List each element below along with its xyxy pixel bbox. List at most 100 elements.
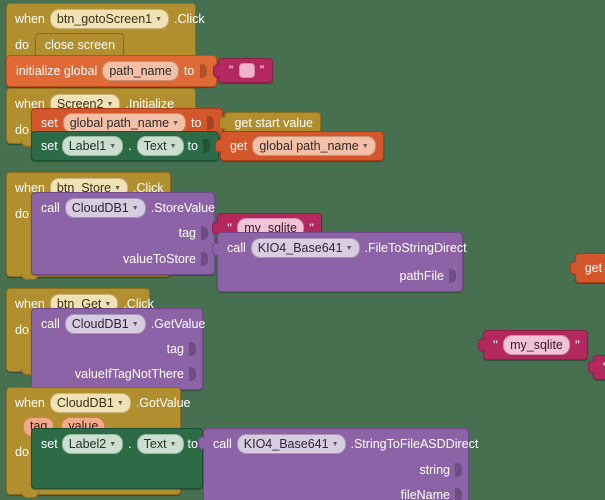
arg-row-pathfile: pathFile xyxy=(227,267,456,285)
component-dropdown-clouddb1[interactable]: CloudDB1 ▼ xyxy=(49,393,131,413)
arg-label-filename: fileName xyxy=(400,487,450,500)
method-name: .FileToStringDirect xyxy=(364,240,467,255)
value-socket xyxy=(200,63,208,78)
global-init-body[interactable]: initialize global path_name to xyxy=(6,55,218,87)
chevron-down-icon[interactable]: ▼ xyxy=(170,143,177,151)
do-keyword: do xyxy=(15,206,29,221)
arg-row-valueiftagnotthere: valueIfTagNotThere xyxy=(41,365,196,383)
do-keyword: do xyxy=(15,322,29,337)
chevron-down-icon[interactable]: ▼ xyxy=(346,245,353,253)
value-socket xyxy=(201,225,208,240)
component-dropdown-kio4-base641[interactable]: KIO4_Base641 ▼ xyxy=(250,238,360,258)
text-block-my-sqlite-get[interactable]: " my_sqlite " xyxy=(477,330,589,361)
set-component-body: set Label2 ▼ . Text ▼ to xyxy=(32,429,202,459)
text-input-my-sqlite[interactable]: my_sqlite xyxy=(503,335,570,356)
call-block-kio4-stringtofileasddirect[interactable]: call KIO4_Base641 ▼ .StringToFileASDDire… xyxy=(198,428,478,500)
blocks-workspace[interactable]: when btn_gotoScreen1 ▼ .Click do close s… xyxy=(0,0,605,500)
chevron-down-icon[interactable]: ▼ xyxy=(109,143,116,151)
chevron-down-icon[interactable]: ▼ xyxy=(170,441,177,449)
initialize-global-label: initialize global xyxy=(16,63,98,78)
chevron-down-icon[interactable]: ▼ xyxy=(109,441,116,449)
set-component-body[interactable]: set Label1 ▼ . Text ▼ to xyxy=(31,131,219,161)
value-socket xyxy=(455,462,462,477)
arg-label-pathfile: pathFile xyxy=(399,268,444,283)
text-block-empty-global[interactable]: " " xyxy=(213,58,273,84)
call-block-clouddb1-getvalue[interactable]: call CloudDB1 ▼ .GetValue tag valueIfTag… xyxy=(31,308,205,390)
value-plug xyxy=(587,360,595,374)
to-keyword: to xyxy=(191,115,202,130)
component-dropdown-btn-gotoscreen1[interactable]: btn_gotoScreen1 ▼ xyxy=(49,9,170,29)
dot-separator: . xyxy=(128,436,132,451)
call-keyword: call xyxy=(41,200,60,215)
chevron-down-icon[interactable]: ▼ xyxy=(132,321,139,329)
global-target-dropdown[interactable]: global path_name ▼ xyxy=(62,113,187,133)
statement-close-screen[interactable]: close screen xyxy=(34,32,125,58)
method-name: .GetValue xyxy=(150,316,206,331)
call-body: call CloudDB1 ▼ .StoreValue tag valueToS… xyxy=(32,193,215,274)
chevron-down-icon[interactable]: ▼ xyxy=(117,400,124,408)
variable-dropdown-global-path-name[interactable]: global path_name ▼ xyxy=(252,136,376,156)
component-dropdown-clouddb1[interactable]: CloudDB1 ▼ xyxy=(64,314,146,334)
get-keyword: get xyxy=(584,260,603,275)
method-name: .StringToFileASDDirect xyxy=(350,436,479,451)
call-header: call KIO4_Base641 ▼ .FileToStringDirect xyxy=(227,238,467,260)
statement-set-label2-text[interactable]: set Label2 ▼ . Text ▼ to xyxy=(31,428,203,489)
do-statement-stack: close screen xyxy=(34,32,125,58)
component-dropdown-label1[interactable]: Label1 ▼ xyxy=(61,136,124,156)
value-plug xyxy=(212,242,219,256)
chevron-down-icon[interactable]: ▼ xyxy=(362,143,369,151)
dot-separator: . xyxy=(128,138,132,153)
quote-mark-icon: " xyxy=(259,64,265,77)
do-keyword: do xyxy=(15,444,29,459)
set-keyword: set xyxy=(41,436,58,451)
to-keyword: to xyxy=(187,436,198,451)
chevron-down-icon[interactable]: ▼ xyxy=(332,441,339,449)
set-keyword: set xyxy=(41,138,58,153)
chevron-down-icon[interactable]: ▼ xyxy=(172,120,179,128)
event-name: .GotValue xyxy=(135,395,191,410)
value-plug xyxy=(219,116,227,130)
call-block-clouddb1-storevalue[interactable]: call CloudDB1 ▼ .StoreValue tag valueToS… xyxy=(31,192,215,275)
arg-label-tag: tag xyxy=(166,341,184,356)
component-dropdown-clouddb1[interactable]: CloudDB1 ▼ xyxy=(64,198,146,218)
call-body: call CloudDB1 ▼ .GetValue tag valueIfTag… xyxy=(32,309,205,389)
component-dropdown-kio4-base641[interactable]: KIO4_Base641 ▼ xyxy=(236,434,346,454)
call-block-kio4-filetostringdirect[interactable]: call KIO4_Base641 ▼ .FileToStringDirect … xyxy=(212,232,467,292)
arg-row-string: string xyxy=(213,461,462,479)
global-init-block-path-name[interactable]: initialize global path_name to " " xyxy=(6,55,273,87)
when-keyword: when xyxy=(15,11,45,26)
call-header: call CloudDB1 ▼ .StoreValue xyxy=(41,198,215,220)
value-plug xyxy=(213,64,221,78)
arg-label-valueiftagnotthere: valueIfTagNotThere xyxy=(74,366,184,381)
getter-block-global-path-name-pathfile[interactable]: get global path_name ▼ xyxy=(569,253,605,283)
value-socket xyxy=(201,251,208,266)
quote-mark-icon: " xyxy=(228,64,234,77)
call-keyword: call xyxy=(227,240,246,255)
call-body: call KIO4_Base641 ▼ .FileToStringDirect … xyxy=(218,233,467,291)
chevron-down-icon[interactable]: ▼ xyxy=(155,16,162,24)
value-plug xyxy=(198,436,205,450)
value-plug xyxy=(477,338,485,352)
value-plug xyxy=(214,139,222,153)
property-dropdown-text[interactable]: Text ▼ xyxy=(136,434,184,454)
arg-row-tag: tag xyxy=(41,224,208,242)
value-socket xyxy=(189,341,196,356)
statement-set-label1-text[interactable]: set Label1 ▼ . Text ▼ to get global path… xyxy=(31,131,384,161)
method-name: .StoreValue xyxy=(150,200,216,215)
value-socket xyxy=(207,115,215,130)
component-dropdown-label2[interactable]: Label2 ▼ xyxy=(61,434,124,454)
property-dropdown-text[interactable]: Text ▼ xyxy=(136,136,184,156)
text-block-empty-valueiftagnotthere[interactable]: " " xyxy=(587,354,605,380)
arg-row-valuetostore: valueToStore xyxy=(41,250,208,268)
event-header: when btn_gotoScreen1 ▼ .Click xyxy=(7,4,205,33)
call-header: call CloudDB1 ▼ .GetValue xyxy=(41,314,205,336)
text-input-empty[interactable] xyxy=(238,63,255,79)
set-keyword: set xyxy=(41,115,58,130)
value-plug xyxy=(569,261,577,275)
when-keyword: when xyxy=(15,395,45,410)
getter-block-global-path-name[interactable]: get global path_name ▼ xyxy=(214,131,384,161)
event-header: when CloudDB1 ▼ .GotValue xyxy=(7,388,190,417)
chevron-down-icon[interactable]: ▼ xyxy=(132,205,139,213)
global-name-field[interactable]: path_name xyxy=(102,61,179,81)
arg-label-tag: tag xyxy=(178,225,196,240)
